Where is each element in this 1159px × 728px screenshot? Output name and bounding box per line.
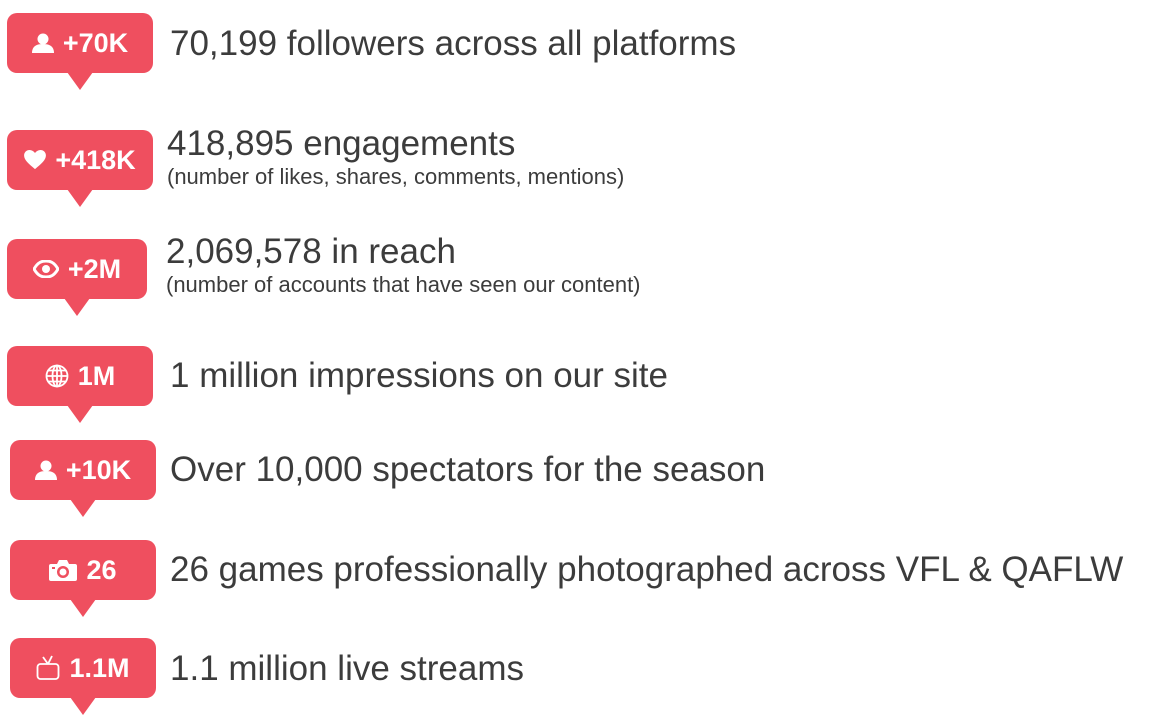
badge-value: 26	[86, 554, 117, 585]
stat-badge: 1M	[7, 346, 153, 423]
stat-badge: 1.1M	[10, 638, 156, 715]
badge-value: 1M	[77, 360, 116, 391]
stat-row-impressions: 1M 1 million impressions on our site	[0, 333, 1159, 433]
stat-text: 1 million impressions on our site	[170, 356, 668, 395]
user-icon	[34, 460, 57, 480]
stat-subtext: (number of likes, shares, comments, ment…	[167, 164, 625, 189]
stat-description: 418,895 engagements (number of likes, sh…	[167, 124, 624, 190]
badge-value: 1.1M	[69, 652, 130, 683]
badge-value: +10K	[65, 454, 132, 485]
stat-badge: 26	[10, 540, 156, 617]
stat-description: 26 games professionally photographed acr…	[170, 550, 1123, 590]
stat-badge: +2M	[7, 239, 147, 316]
eye-icon	[32, 260, 59, 278]
stat-badge: +70K	[7, 13, 153, 90]
badge-value: +70K	[62, 27, 129, 58]
stat-text: 70,199 followers across all platforms	[170, 24, 737, 63]
heart-icon	[24, 150, 47, 170]
stat-row-followers: +70K 70,199 followers across all platfor…	[0, 0, 1159, 100]
stat-text: 1.1 million live streams	[170, 649, 524, 688]
stat-row-photography: 26 26 games professionally photographed …	[0, 530, 1159, 630]
stat-text: 418,895 engagements	[167, 124, 516, 163]
stat-description: 1 million impressions on our site	[170, 356, 668, 396]
stat-row-streams: 1.1M 1.1 million live streams	[0, 628, 1159, 728]
stat-subtext: (number of accounts that have seen our c…	[166, 272, 641, 297]
stat-description: 2,069,578 in reach (number of accounts t…	[166, 232, 641, 298]
globe-icon	[45, 364, 69, 388]
stat-row-spectators: +10K Over 10,000 spectators for the seas…	[0, 427, 1159, 527]
stat-row-engagements: +418K 418,895 engagements (number of lik…	[0, 120, 1159, 220]
stat-badge: +10K	[10, 440, 156, 517]
user-icon	[31, 33, 54, 53]
badge-value: +418K	[55, 144, 136, 175]
stat-badge: +418K	[7, 130, 153, 207]
tv-icon	[36, 655, 60, 681]
badge-value: +2M	[67, 253, 122, 284]
stat-description: 70,199 followers across all platforms	[170, 24, 736, 64]
stat-text: Over 10,000 spectators for the season	[170, 450, 766, 489]
stat-text: 26 games professionally photographed acr…	[170, 550, 1124, 589]
camera-icon	[49, 559, 78, 581]
stat-description: 1.1 million live streams	[170, 649, 524, 689]
stat-row-reach: +2M 2,069,578 in reach (number of accoun…	[0, 228, 1159, 328]
stat-description: Over 10,000 spectators for the season	[170, 450, 765, 490]
stat-text: 2,069,578 in reach	[166, 232, 456, 271]
